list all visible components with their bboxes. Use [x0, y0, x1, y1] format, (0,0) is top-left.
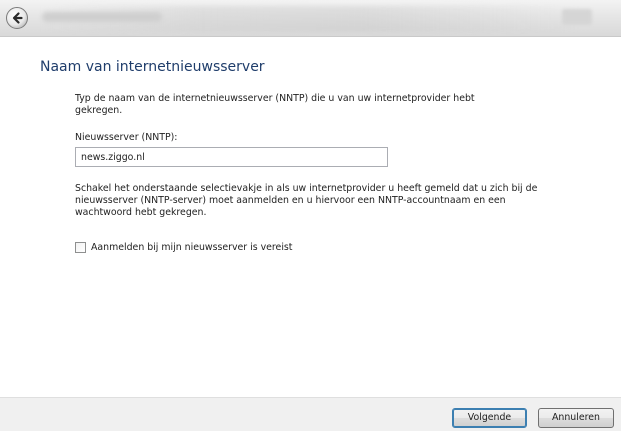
- login-required-checkbox[interactable]: [75, 241, 86, 253]
- next-button[interactable]: Volgende: [452, 408, 527, 428]
- button-bar: Volgende Annuleren: [0, 397, 621, 431]
- server-input[interactable]: [75, 147, 388, 167]
- back-button[interactable]: [6, 7, 28, 29]
- login-required-option[interactable]: Aanmelden bij mijn nieuwsserver is verei…: [75, 240, 292, 254]
- login-explanation-text: Schakel het onderstaande selectievakje i…: [75, 183, 538, 218]
- back-arrow-icon: [12, 12, 23, 24]
- intro-text: Typ de naam van de internetnieuwsserver …: [75, 93, 475, 116]
- close-button-blurred[interactable]: [562, 9, 592, 25]
- server-field-label: Nieuwsserver (NNTP):: [75, 132, 178, 143]
- login-required-label[interactable]: Aanmelden bij mijn nieuwsserver is verei…: [91, 242, 292, 253]
- cancel-button[interactable]: Annuleren: [538, 408, 614, 428]
- window-title-blurred: [42, 12, 162, 22]
- wizard-window: Naam van internetnieuwsserver Typ de naa…: [0, 0, 621, 431]
- page-title: Naam van internetnieuwsserver: [40, 59, 265, 75]
- title-bar: [0, 0, 621, 37]
